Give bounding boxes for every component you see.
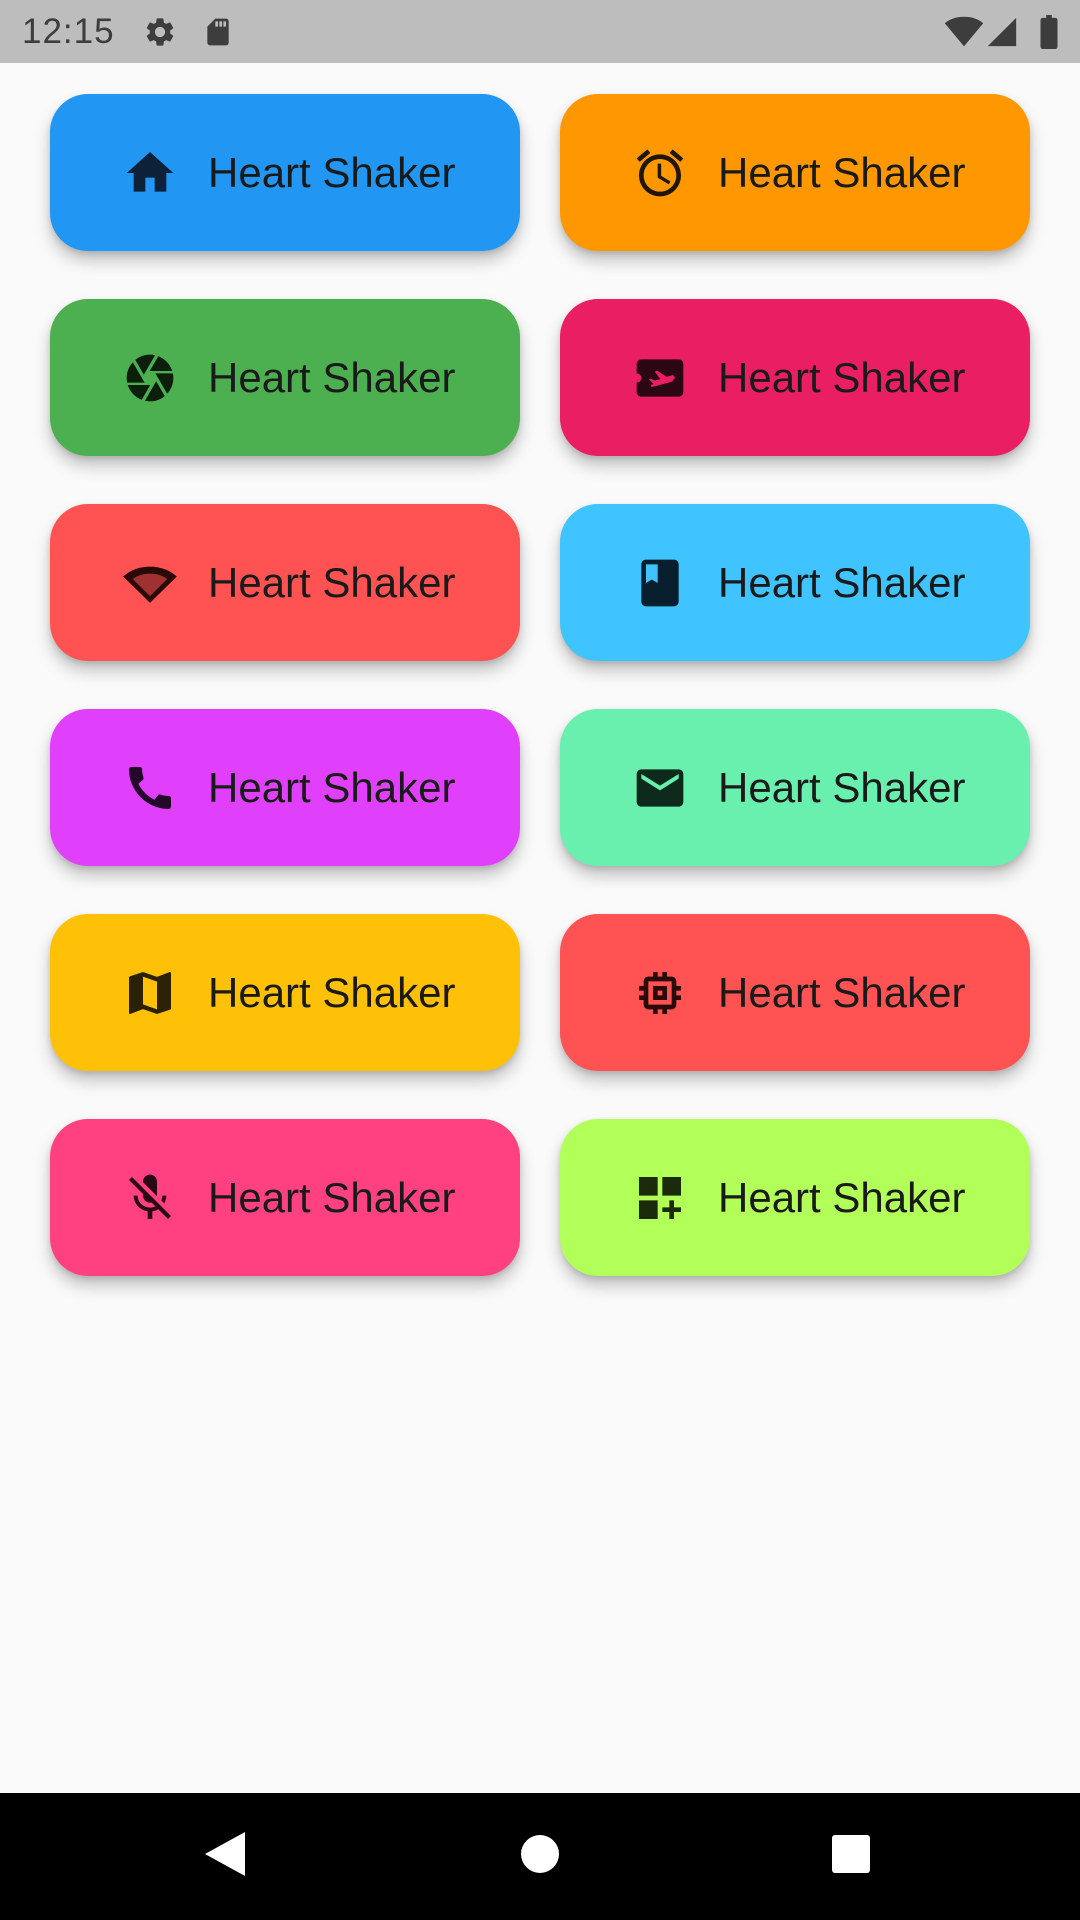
button-label: Heart Shaker <box>718 968 966 1016</box>
heart-shaker-button-home[interactable]: Heart Shaker <box>50 94 520 251</box>
battery-icon <box>1039 0 1059 63</box>
wifi-icon <box>944 0 984 63</box>
button-label: Heart Shaker <box>718 763 966 811</box>
button-label: Heart Shaker <box>718 353 966 401</box>
gear-icon <box>143 0 177 63</box>
button-label: Heart Shaker <box>718 148 966 196</box>
heart-shaker-button-alarm[interactable]: Heart Shaker <box>560 94 1030 251</box>
navigation-bar <box>0 1793 1080 1920</box>
airplane-ticket-icon <box>632 350 688 406</box>
memory-chip-icon <box>632 965 688 1021</box>
button-grid: Heart Shaker Heart Shaker Heart Shaker H… <box>50 94 1030 1276</box>
signal-icon <box>985 0 1019 63</box>
back-icon <box>203 1830 247 1883</box>
button-label: Heart Shaker <box>208 1173 456 1221</box>
home-circle-icon <box>520 1834 560 1879</box>
status-bar: 12:15 <box>0 0 1080 63</box>
heart-shaker-button-ticket[interactable]: Heart Shaker <box>560 299 1030 456</box>
alarm-icon <box>632 145 688 201</box>
mic-off-icon <box>122 1170 178 1226</box>
phone-icon <box>122 760 178 816</box>
button-label: Heart Shaker <box>208 968 456 1016</box>
heart-shaker-button-phone[interactable]: Heart Shaker <box>50 709 520 866</box>
heart-shaker-button-dashboard[interactable]: Heart Shaker <box>560 1119 1030 1276</box>
dashboard-add-icon <box>632 1170 688 1226</box>
heart-shaker-button-wifi[interactable]: Heart Shaker <box>50 504 520 661</box>
map-icon <box>122 965 178 1021</box>
mail-icon <box>632 760 688 816</box>
button-label: Heart Shaker <box>208 558 456 606</box>
wifi-icon <box>122 555 178 611</box>
recents-icon <box>831 1834 871 1879</box>
heart-shaker-button-mail[interactable]: Heart Shaker <box>560 709 1030 866</box>
heart-shaker-button-mic-off[interactable]: Heart Shaker <box>50 1119 520 1276</box>
sd-card-icon <box>202 0 234 63</box>
button-label: Heart Shaker <box>208 353 456 401</box>
home-button[interactable] <box>480 1793 600 1920</box>
back-button[interactable] <box>165 1793 285 1920</box>
camera-aperture-icon <box>122 350 178 406</box>
button-label: Heart Shaker <box>208 763 456 811</box>
heart-shaker-button-book[interactable]: Heart Shaker <box>560 504 1030 661</box>
heart-shaker-button-camera[interactable]: Heart Shaker <box>50 299 520 456</box>
button-label: Heart Shaker <box>718 1173 966 1221</box>
heart-shaker-button-map[interactable]: Heart Shaker <box>50 914 520 1071</box>
recents-button[interactable] <box>791 1793 911 1920</box>
status-time: 12:15 <box>22 12 115 51</box>
heart-shaker-button-memory[interactable]: Heart Shaker <box>560 914 1030 1071</box>
book-icon <box>632 555 688 611</box>
home-icon <box>122 145 178 201</box>
button-label: Heart Shaker <box>208 148 456 196</box>
button-label: Heart Shaker <box>718 558 966 606</box>
